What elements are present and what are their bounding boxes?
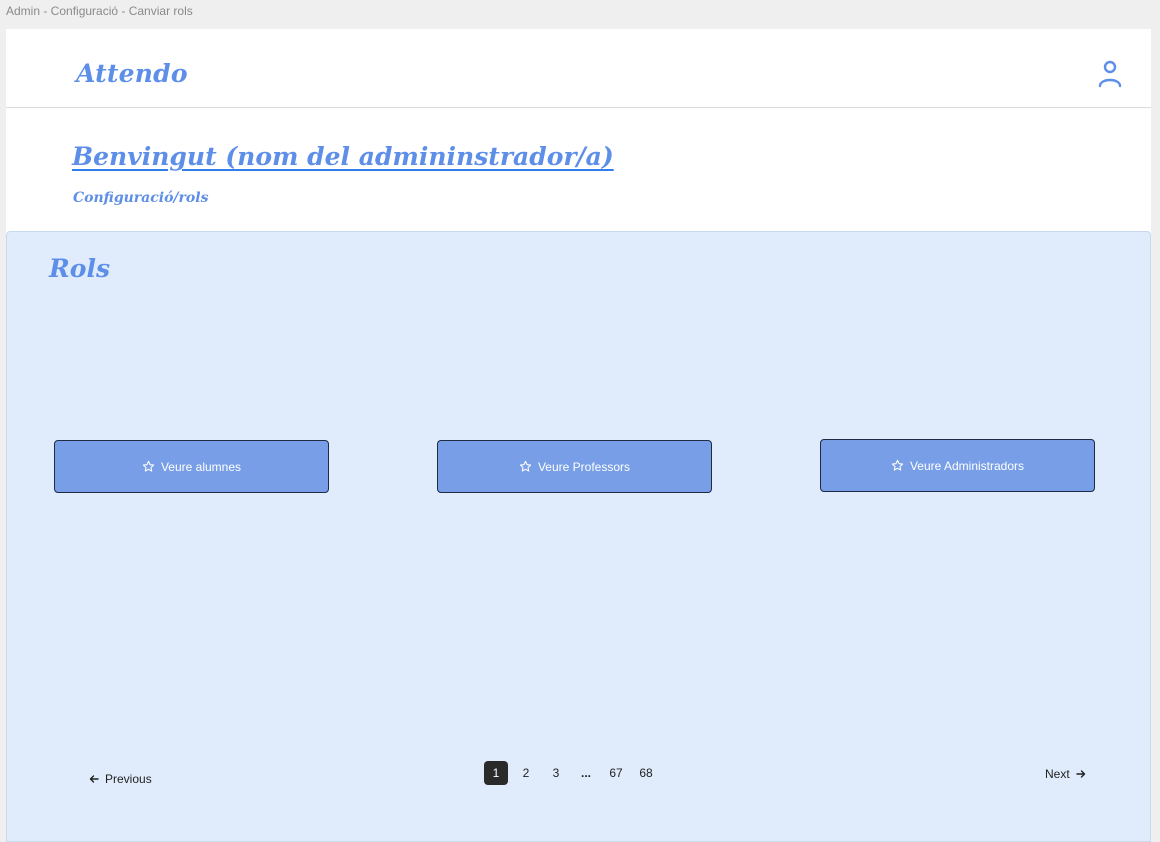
- breadcrumb: Configuració/rols: [73, 190, 209, 206]
- pagination-next[interactable]: Next: [1045, 767, 1086, 781]
- star-icon: [891, 459, 904, 472]
- page: Attendo Benvingut (nom del admininstrado…: [6, 29, 1151, 842]
- top-navbar: Attendo: [6, 29, 1151, 108]
- user-account-button[interactable]: [1097, 59, 1123, 89]
- welcome-heading[interactable]: Benvingut (nom del admininstrador/a): [72, 142, 614, 171]
- view-students-button[interactable]: Veure alumnes: [54, 440, 329, 493]
- user-icon: [1098, 60, 1122, 88]
- arrow-left-icon: [89, 774, 99, 784]
- star-icon: [142, 460, 155, 473]
- page-ellipsis: ...: [580, 766, 591, 780]
- previous-label: Previous: [105, 772, 152, 786]
- panel-title: Rols: [49, 254, 111, 283]
- page-button[interactable]: 3: [544, 761, 568, 785]
- page-button[interactable]: 1: [484, 761, 508, 785]
- button-label: Veure alumnes: [160, 459, 242, 474]
- view-teachers-button[interactable]: Veure Professors: [437, 440, 712, 493]
- arrow-right-icon: [1075, 769, 1086, 779]
- button-label: Veure Administradors: [909, 458, 1025, 473]
- page-button[interactable]: 68: [634, 761, 658, 785]
- star-icon: [519, 460, 532, 473]
- brand-logo[interactable]: Attendo: [76, 59, 188, 88]
- button-label: Veure Professors: [537, 459, 631, 474]
- page-button[interactable]: 2: [514, 761, 538, 785]
- pagination-previous[interactable]: Previous: [89, 772, 152, 786]
- page-button[interactable]: 67: [604, 761, 628, 785]
- view-administrators-button[interactable]: Veure Administradors: [820, 439, 1095, 492]
- pagination-pages: 1 2 3 ... 67 68: [484, 761, 658, 785]
- window-title: Admin - Configuració - Canviar rols: [6, 4, 193, 18]
- roles-panel: Rols Veure alumnes Veure Professors Veur…: [6, 231, 1151, 842]
- next-label: Next: [1045, 767, 1070, 781]
